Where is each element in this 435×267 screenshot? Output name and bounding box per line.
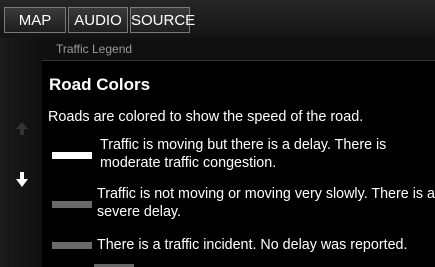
color-swatch [52, 242, 92, 249]
arrow-down-icon-stem [20, 172, 24, 179]
color-swatch [52, 152, 92, 159]
panel-header-title: Traffic Legend [56, 42, 133, 56]
legend-panel: Traffic Legend Road Colors Roads are col… [42, 38, 435, 267]
arrow-down-icon [16, 179, 28, 187]
legend-item-text: There is a traffic incident. No delay wa… [97, 237, 408, 253]
scroll-sidebar [0, 38, 42, 267]
top-bar: MAP AUDIO SOURCE [0, 0, 435, 38]
legend-item-text: Traffic is not moving or moving very slo… [97, 186, 435, 220]
tab-source[interactable]: SOURCE [130, 7, 195, 33]
tab-audio[interactable]: AUDIO [68, 7, 128, 33]
section-title: Road Colors [49, 75, 151, 94]
legend-item-text: Traffic is moving but there is a delay. … [100, 137, 387, 171]
panel-header: Traffic Legend [42, 38, 435, 61]
tab-map[interactable]: MAP [4, 7, 66, 33]
intro-text: Roads are colored to show the speed of t… [48, 109, 364, 125]
arrow-up-icon-stem [20, 129, 24, 135]
arrow-up-icon [16, 122, 28, 129]
color-swatch [52, 201, 92, 208]
